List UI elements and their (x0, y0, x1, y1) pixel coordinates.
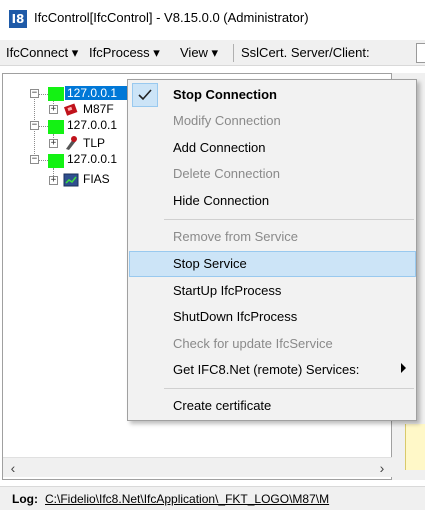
chart-window-icon (63, 172, 79, 188)
menu-item-delete-connection: Delete Connection (129, 161, 416, 187)
menu-item-remove-from-service: Remove from Service (129, 224, 416, 250)
menu-item-stop-connection[interactable]: Stop Connection (129, 82, 416, 108)
menu-item-label: Check for update IfcService (173, 336, 333, 351)
tree-node-child[interactable]: FIAS (83, 172, 110, 186)
menu-item-label: Stop Service (173, 256, 247, 271)
log-label: Log: (12, 492, 38, 506)
collapse-toggle[interactable]: − (30, 121, 39, 130)
checkmark-icon (132, 83, 158, 107)
scroll-left-icon[interactable]: ‹ (3, 458, 23, 478)
menu-item-label: Add Connection (173, 140, 266, 155)
menu-item-startup-ifcprocess[interactable]: StartUp IfcProcess (129, 278, 416, 304)
tree-line (38, 160, 48, 161)
app-icon: I8 (9, 10, 27, 28)
context-menu: Stop Connection Modify Connection Add Co… (127, 79, 417, 421)
tree-node-child[interactable]: TLP (83, 136, 105, 150)
red-tool-icon (63, 135, 79, 151)
menu-item-add-connection[interactable]: Add Connection (129, 135, 416, 161)
menu-item-modify-connection: Modify Connection (129, 108, 416, 134)
status-bar: Log: C:\Fidelio\Ifc8.Net\IfcApplication\… (0, 486, 425, 510)
menu-separator (233, 44, 234, 62)
menu-item-label: Get IFC8.Net (remote) Services: (173, 362, 360, 377)
menu-item-label: Delete Connection (173, 166, 280, 181)
menu-sslcert-label: SslCert. Server/Client: (241, 45, 370, 60)
submenu-arrow-icon (401, 363, 406, 373)
menu-item-label: Modify Connection (173, 113, 281, 128)
expand-toggle[interactable]: + (49, 139, 58, 148)
collapse-toggle[interactable]: − (30, 155, 39, 164)
right-panel-note (405, 424, 425, 470)
menu-item-label: ShutDown IfcProcess (173, 309, 298, 324)
menu-item-label: Hide Connection (173, 193, 270, 208)
menu-separator (164, 388, 414, 389)
menu-bar: IfcConnect ▾ IfcProcess ▾ View ▾ SslCert… (0, 40, 425, 66)
expand-toggle[interactable]: + (49, 176, 58, 185)
menu-item-label: Remove from Service (173, 229, 298, 244)
menu-separator (164, 219, 414, 220)
status-indicator-green (48, 154, 64, 168)
menu-item-hide-connection[interactable]: Hide Connection (129, 188, 416, 214)
tree-node-ip[interactable]: 127.0.0.1 (67, 118, 117, 132)
title-bar: I8 IfcControl[IfcControl] - V8.15.0.0 (A… (0, 0, 425, 34)
tree-node-child[interactable]: M87F (83, 102, 114, 116)
tree-node-ip[interactable]: 127.0.0.1 (67, 152, 117, 166)
menu-item-label: StartUp IfcProcess (173, 283, 282, 298)
menu-view[interactable]: View ▾ (180, 45, 218, 61)
menu-ifcconnect[interactable]: IfcConnect ▾ (6, 45, 78, 61)
menu-item-stop-service[interactable]: Stop Service (129, 251, 416, 277)
menu-item-label: Create certificate (173, 398, 272, 413)
menu-item-create-certificate[interactable]: Create certificate (129, 393, 416, 419)
menu-item-check-update: Check for update IfcService (129, 331, 416, 357)
red-device-icon (63, 101, 79, 117)
menu-item-get-remote-services[interactable]: Get IFC8.Net (remote) Services: (129, 357, 416, 383)
collapse-toggle[interactable]: − (30, 89, 39, 98)
sslcert-combo[interactable] (416, 43, 425, 63)
window-title: IfcControl[IfcControl] - V8.15.0.0 (Admi… (34, 10, 309, 25)
tree-line (38, 94, 48, 95)
status-indicator-green (48, 87, 64, 101)
menu-item-label: Stop Connection (173, 87, 277, 102)
expand-toggle[interactable]: + (49, 105, 58, 114)
menu-ifcprocess[interactable]: IfcProcess ▾ (89, 45, 160, 61)
tree-node-ip[interactable]: 127.0.0.1 (65, 86, 127, 100)
horizontal-scrollbar[interactable]: ‹ › (3, 457, 392, 477)
status-indicator-green (48, 120, 64, 134)
tree-line (38, 126, 48, 127)
scroll-right-icon[interactable]: › (372, 458, 392, 478)
menu-item-shutdown-ifcprocess[interactable]: ShutDown IfcProcess (129, 304, 416, 330)
log-path-link[interactable]: C:\Fidelio\Ifc8.Net\IfcApplication\_FKT_… (45, 492, 329, 506)
